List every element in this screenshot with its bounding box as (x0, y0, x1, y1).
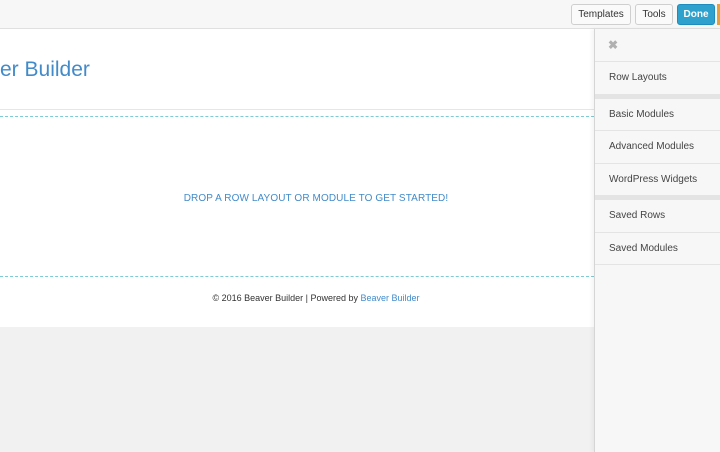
panel-item-saved-rows[interactable]: Saved Rows (595, 199, 720, 232)
drop-zone-message: DROP A ROW LAYOUT OR MODULE TO GET START… (183, 193, 449, 204)
footer-copyright: © 2016 Beaver Builder | Powered by (212, 293, 361, 303)
builder-toolbar: Templates Tools Done (0, 0, 720, 29)
drop-zone[interactable]: DROP A ROW LAYOUT OR MODULE TO GET START… (0, 116, 594, 277)
panel-item-row-layouts[interactable]: Row Layouts (595, 61, 720, 94)
footer-text: © 2016 Beaver Builder | Powered by Beave… (0, 293, 632, 303)
footer-link[interactable]: Beaver Builder (361, 293, 420, 303)
templates-button[interactable]: Templates (571, 4, 631, 25)
site-title[interactable]: er Builder (0, 58, 90, 82)
header-divider (0, 109, 594, 110)
panel-item-wordpress-widgets[interactable]: WordPress Widgets (595, 163, 720, 196)
tools-button[interactable]: Tools (635, 4, 673, 25)
close-icon[interactable]: ✖ (608, 38, 618, 52)
done-button[interactable]: Done (677, 4, 715, 25)
panel-item-advanced-modules[interactable]: Advanced Modules (595, 130, 720, 163)
page-canvas: er Builder DROP A ROW LAYOUT OR MODULE T… (0, 29, 594, 327)
builder-window: Templates Tools Done er Builder DROP A R… (0, 0, 720, 452)
content-panel: ✖ Row Layouts Basic Modules Advanced Mod… (594, 29, 720, 452)
panel-item-saved-modules[interactable]: Saved Modules (595, 232, 720, 265)
panel-item-basic-modules[interactable]: Basic Modules (595, 98, 720, 131)
